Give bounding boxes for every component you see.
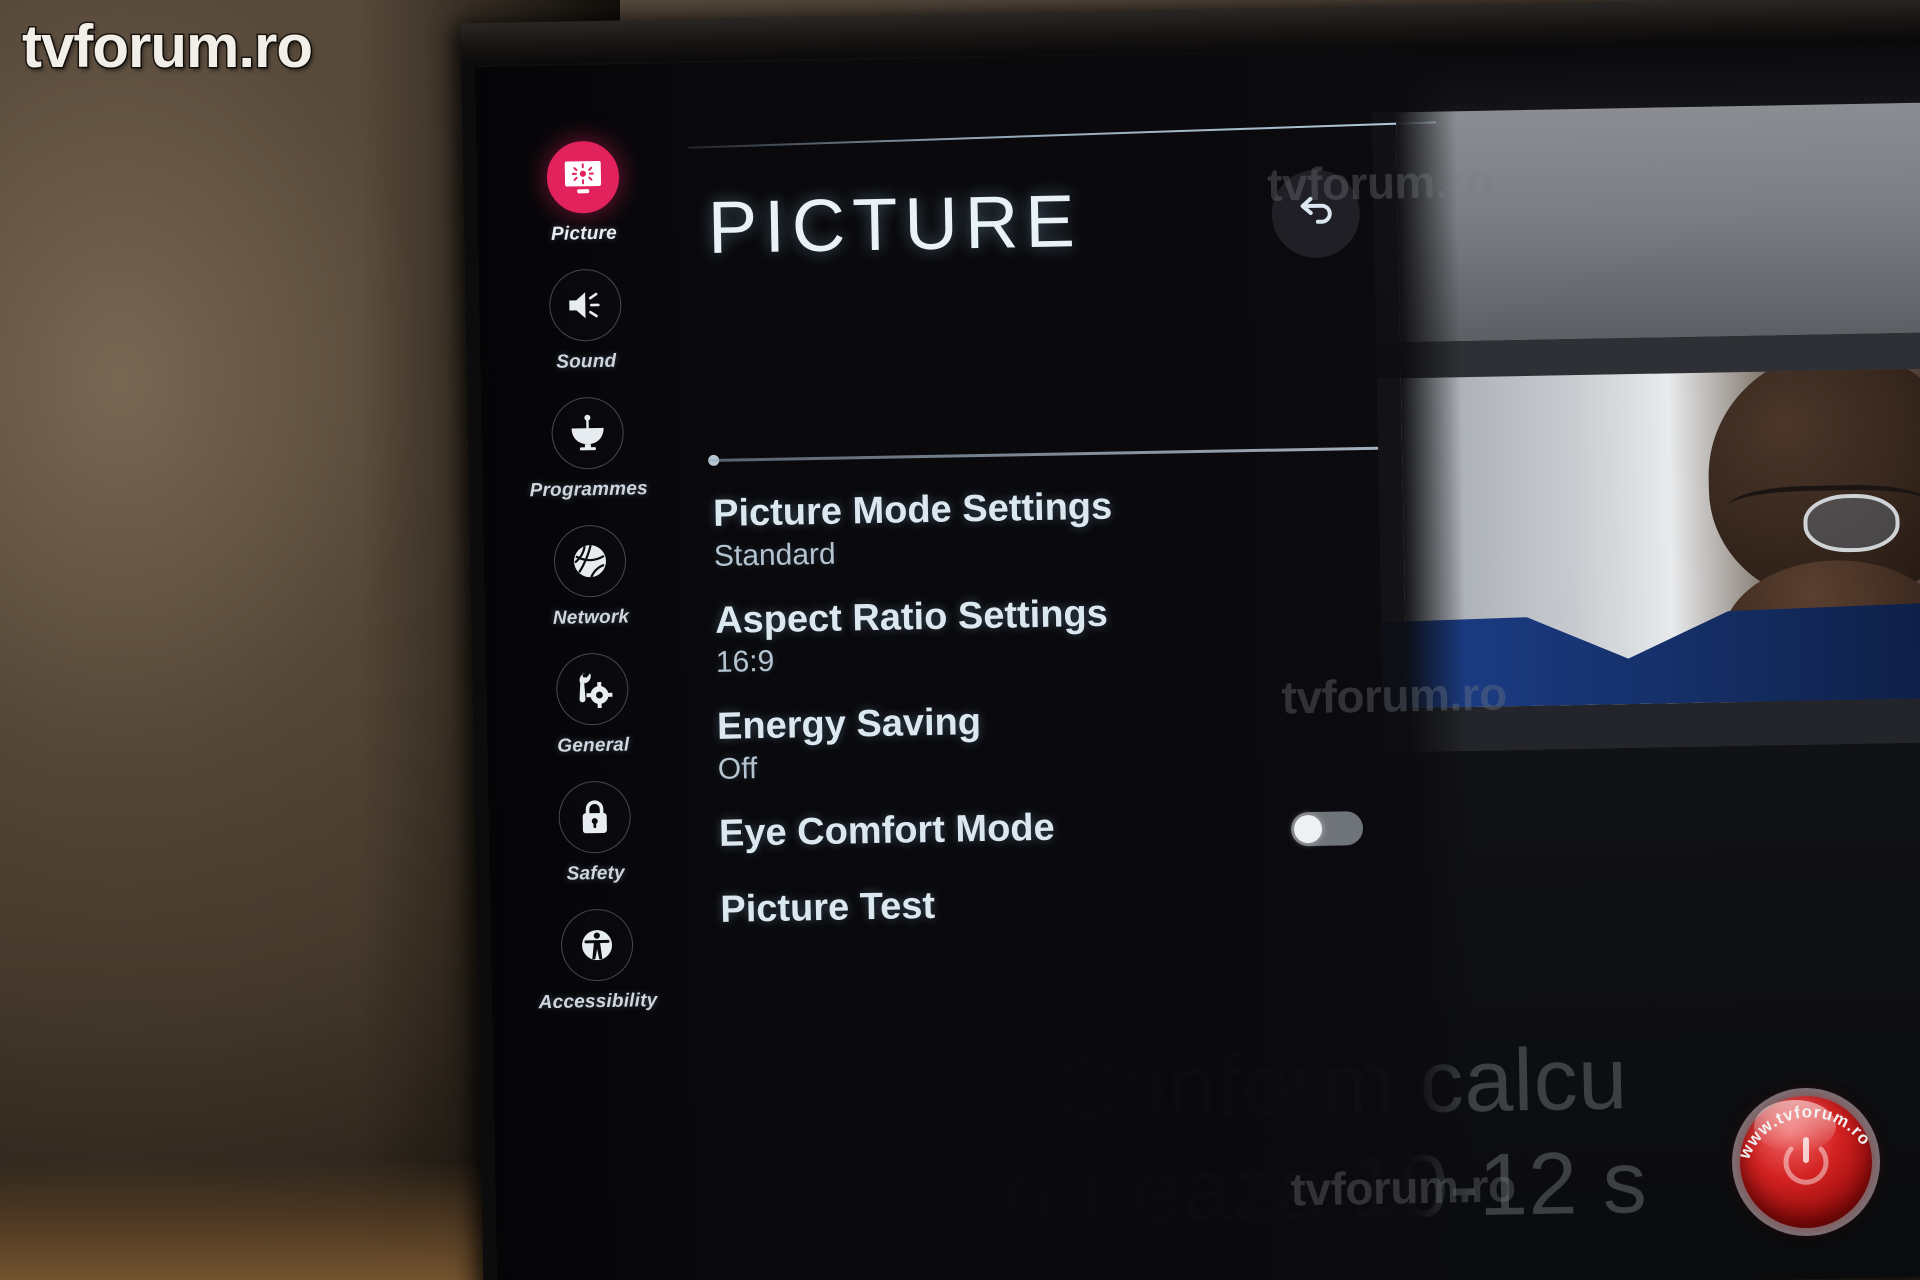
back-arrow-icon <box>1300 196 1332 224</box>
sidebar-item-label: Programmes <box>529 478 648 502</box>
toggle-knob <box>1293 814 1323 843</box>
eye-comfort-mode-toggle[interactable] <box>1290 810 1364 847</box>
setting-value: Off <box>717 751 758 786</box>
setting-row-picture-test[interactable]: Picture Test <box>720 877 1387 932</box>
settings-content: PICTURE Picture Mode Settings Standard A… <box>687 50 1418 1280</box>
sidebar-item-sound[interactable]: Sound <box>479 267 693 375</box>
sidebar-item-label: General <box>557 734 630 757</box>
settings-list: Picture Mode Settings Standard Aspect Ra… <box>713 481 1387 958</box>
setting-title: Aspect Ratio Settings <box>714 592 1109 642</box>
settings-sidebar: Picture Sound Programmes Network General… <box>474 63 710 1280</box>
sidebar-item-picture[interactable]: Picture <box>476 139 690 247</box>
sidebar-item-programmes[interactable]: Programmes <box>481 395 695 503</box>
settings-menu-panel: Picture Sound Programmes Network General… <box>474 50 1437 1280</box>
section-divider <box>708 446 1379 462</box>
logo-url-label: www.tvforum.ro <box>1734 1102 1875 1162</box>
sidebar-item-label: Safety <box>566 862 626 885</box>
television: Conform calcu durează 10-12 s <box>460 0 1920 1280</box>
photo-scene: Conform calcu durează 10-12 s <box>0 0 1920 1280</box>
setting-value: 16:9 <box>715 644 775 679</box>
setting-row-energy-saving[interactable]: Energy Saving Off <box>717 694 1384 787</box>
globe-icon <box>553 524 627 598</box>
satellite-dish-icon <box>550 396 625 470</box>
setting-row-eye-comfort-mode[interactable]: Eye Comfort Mode <box>719 800 1386 855</box>
setting-title: Picture Test <box>720 885 936 932</box>
wrench-gear-icon <box>555 652 629 726</box>
setting-title: Eye Comfort Mode <box>718 806 1056 855</box>
setting-title: Energy Saving <box>716 701 982 748</box>
speaker-icon <box>548 268 622 342</box>
sidebar-item-safety[interactable]: Safety <box>488 779 702 887</box>
setting-row-picture-mode[interactable]: Picture Mode Settings Standard <box>713 481 1380 574</box>
sidebar-item-network[interactable]: Network <box>483 523 697 631</box>
back-button[interactable] <box>1270 169 1361 259</box>
sidebar-item-accessibility[interactable]: Accessibility <box>490 907 704 1015</box>
logo-url-text: www.tvforum.ro <box>1734 1102 1875 1162</box>
sidebar-item-label: Sound <box>556 350 617 373</box>
sidebar-item-label: Picture <box>550 222 618 245</box>
page-title: PICTURE <box>707 179 1083 269</box>
padlock-icon <box>558 780 632 854</box>
tv-screen: Conform calcu durează 10-12 s <box>474 40 1920 1280</box>
sidebar-item-label: Network <box>552 606 630 629</box>
sidebar-item-label: Accessibility <box>538 990 658 1014</box>
sidebar-item-general[interactable]: General <box>486 651 700 759</box>
picture-monitor-icon <box>546 140 620 214</box>
setting-row-aspect-ratio[interactable]: Aspect Ratio Settings 16:9 <box>715 587 1382 680</box>
person-glasses-lens <box>1802 493 1901 553</box>
setting-title: Picture Mode Settings <box>712 485 1113 535</box>
accessibility-icon <box>560 908 634 982</box>
tvforum-logo: www.tvforum.ro <box>1732 1088 1880 1236</box>
setting-value: Standard <box>713 537 836 573</box>
